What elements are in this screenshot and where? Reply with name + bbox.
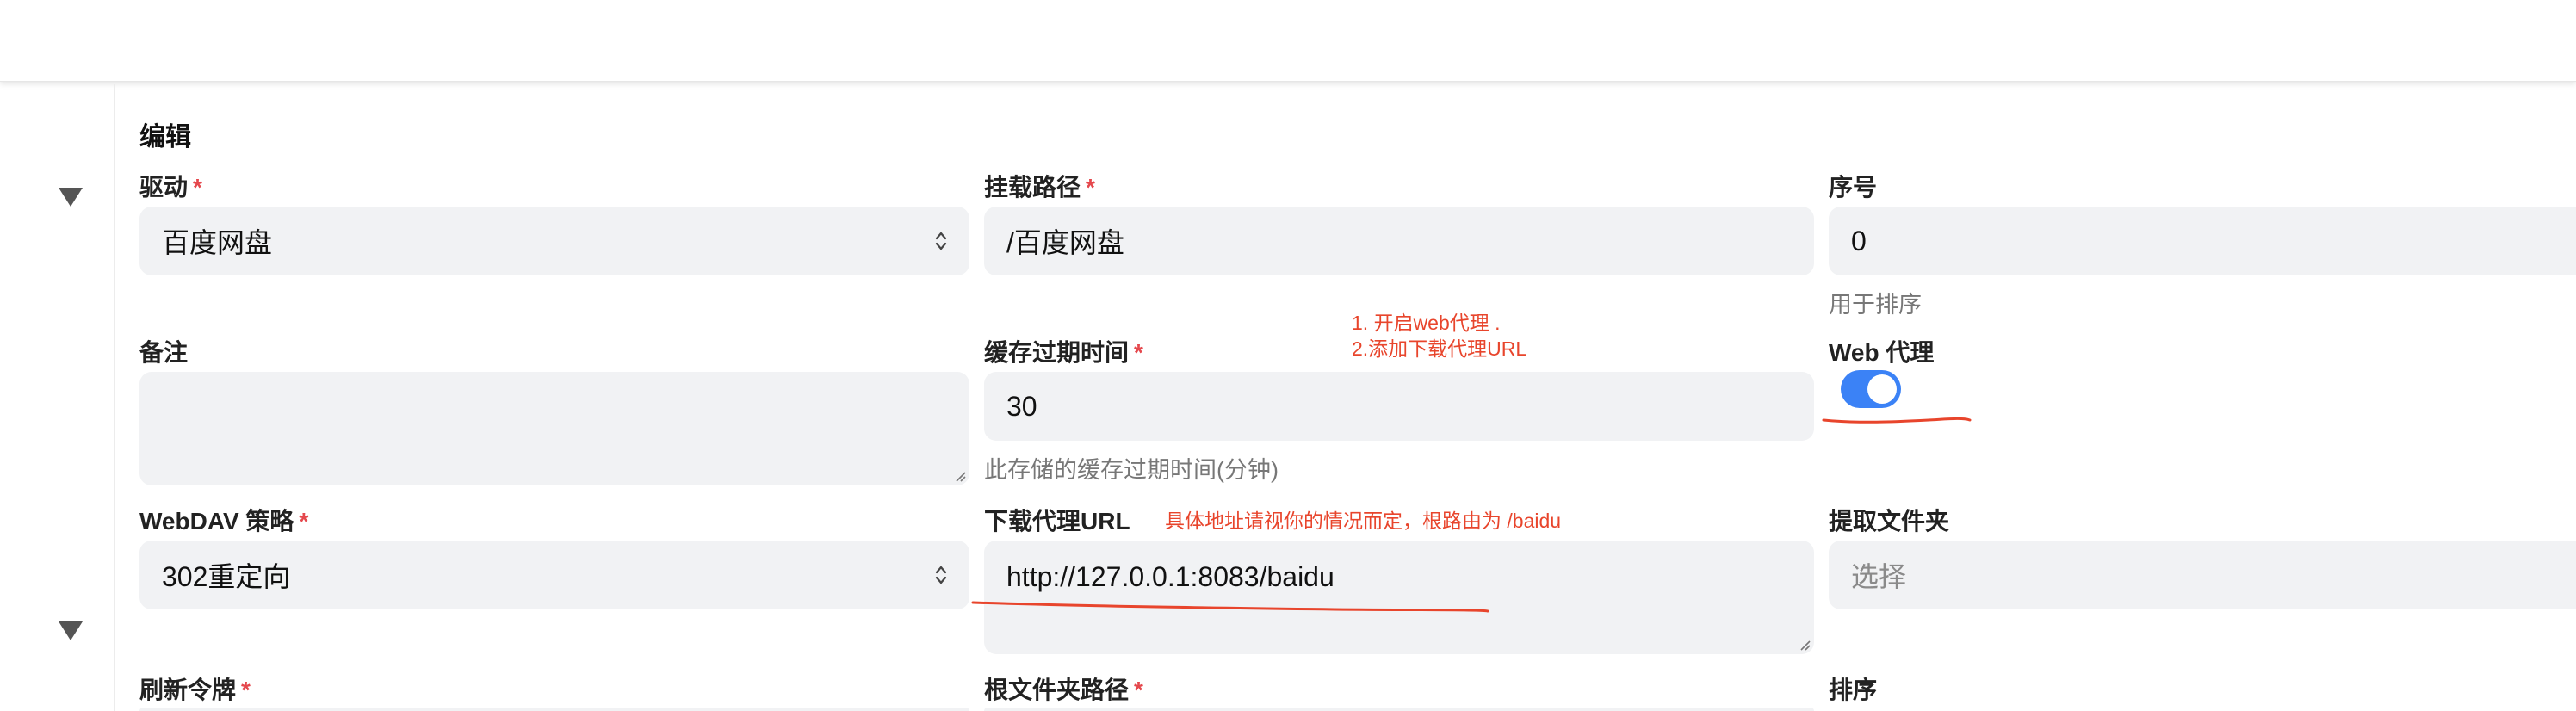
url-underline <box>971 601 1489 613</box>
annotation-underlines <box>971 417 1972 613</box>
toggle-underline <box>1822 417 1972 424</box>
